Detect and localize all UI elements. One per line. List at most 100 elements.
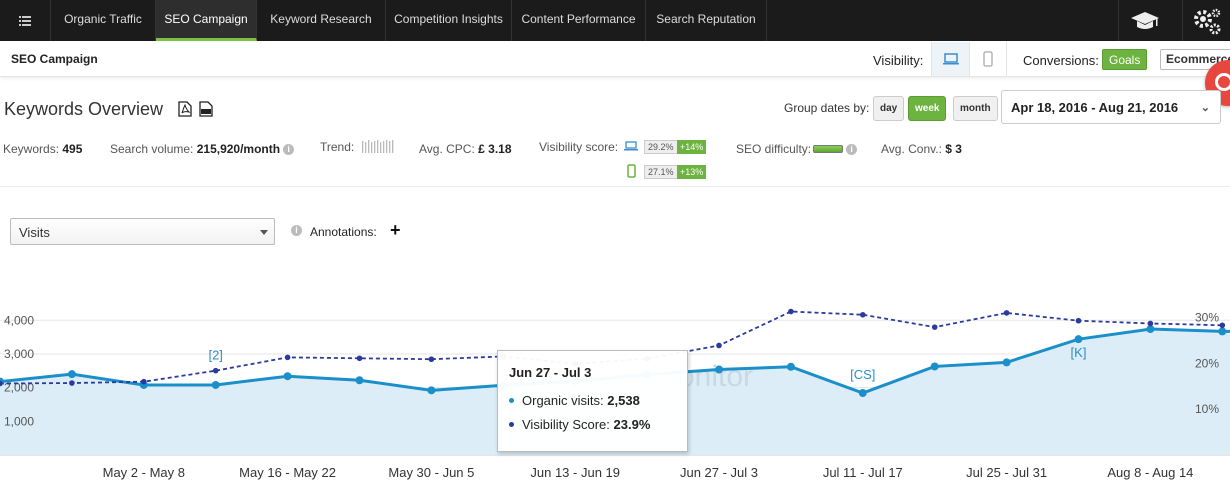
tab-organic-traffic[interactable]: Organic Traffic: [51, 0, 156, 41]
visibility-point: [212, 367, 219, 374]
date-range-picker[interactable]: Apr 18, 2016 - Aug 21, 2016 ⌄: [1001, 90, 1221, 124]
gears-icon[interactable]: [1182, 0, 1230, 41]
tab-competition-insights[interactable]: Competition Insights: [386, 0, 512, 41]
visits-point: [1074, 335, 1083, 344]
visibility-score-metric: Visibility score:: [539, 140, 619, 154]
avg-conv-metric: Avg. Conv.: $ 3: [881, 142, 962, 156]
visits-point: [67, 370, 76, 379]
chevron-down-icon: ⌄: [1200, 102, 1210, 114]
visibility-mobile-value: 27.1%: [644, 165, 678, 179]
x-tick-label: Jul 25 - Jul 31: [966, 465, 1047, 480]
group-dates-label: Group dates by:: [784, 101, 870, 115]
info-icon[interactable]: i: [846, 144, 858, 155]
x-tick-label: Jun 27 - Jul 3: [680, 465, 758, 480]
visibility-point: [1075, 317, 1082, 324]
annotation-marker: [CS]: [850, 367, 875, 382]
tooltip-row-visibility: Visibility Score: 23.9%: [509, 417, 650, 432]
info-icon[interactable]: i: [283, 144, 295, 155]
visits-point: [283, 372, 292, 381]
y-right-tick-label: 20%: [1195, 356, 1219, 370]
caret-down-icon: [260, 230, 268, 235]
series-marker: [509, 398, 514, 403]
divider: [0, 186, 1230, 187]
visibility-desktop-change: +14%: [677, 140, 707, 154]
conversions-label: Conversions:: [1023, 53, 1099, 68]
keywords-metric: Keywords: 495: [3, 142, 83, 156]
tab-content-performance[interactable]: Content Performance: [512, 0, 646, 41]
visits-point: [427, 386, 436, 395]
top-navigation: Organic Traffic SEO Campaign Keyword Res…: [0, 0, 1230, 41]
csv-icon[interactable]: [199, 101, 213, 117]
graduation-cap-icon[interactable]: [1118, 0, 1170, 41]
seo-difficulty-metric: SEO difficulty: i: [736, 142, 858, 156]
trend-sparkline: [361, 140, 393, 153]
desktop-icon[interactable]: [931, 42, 969, 76]
x-tick-label: Jul 11 - Jul 17: [823, 465, 903, 480]
avg-cpc-value: £ 3.18: [478, 142, 512, 156]
chart-tooltip: Jun 27 - Jul 3 Organic visits: 2,538 Vis…: [497, 350, 688, 452]
x-tick-label: May 16 - May 22: [239, 465, 336, 480]
visibility-point: [788, 308, 794, 315]
tab-seo-campaign[interactable]: SEO Campaign: [156, 0, 257, 41]
visibility-desktop-value: 29.2%: [644, 140, 678, 154]
visibility-point: [716, 342, 722, 349]
visibility-point: [284, 354, 291, 361]
y-right-tick-label: 10%: [1195, 402, 1219, 416]
y-tick-label: 1,000: [4, 414, 34, 428]
section-title: SEO Campaign: [11, 52, 98, 66]
visits-point: [211, 380, 220, 389]
tab-search-reputation[interactable]: Search Reputation: [646, 0, 767, 41]
visits-point: [786, 362, 795, 371]
keywords-value: 495: [62, 142, 83, 156]
visits-point: [1002, 358, 1011, 367]
date-range-value: Apr 18, 2016 - Aug 21, 2016: [1011, 100, 1179, 115]
mobile-icon[interactable]: [969, 42, 1007, 76]
visibility-mobile-change: +13%: [677, 165, 707, 179]
avg-conv-value: $ 3: [945, 142, 962, 156]
x-tick-label: Jun 13 - Jun 19: [530, 465, 620, 480]
search-volume-value: 215,920/month: [196, 142, 281, 156]
difficulty-bar: [813, 145, 844, 153]
tooltip-row-visits: Organic visits: 2,538: [509, 393, 640, 408]
mobile-icon: [627, 164, 636, 178]
pdf-icon[interactable]: [178, 101, 192, 117]
metric-select-value: Visits: [19, 225, 50, 240]
visibility-point: [428, 356, 435, 363]
series-marker: [509, 422, 514, 427]
goals-button[interactable]: Goals: [1102, 49, 1148, 70]
visits-point: [1218, 327, 1227, 336]
visibility-point: [1003, 310, 1010, 316]
annotation-marker: [K]: [1071, 345, 1087, 360]
visibility-point: [141, 378, 147, 385]
y-tick-label: 3,000: [4, 347, 34, 361]
visibility-point: [69, 380, 75, 386]
add-annotation-button[interactable]: +: [390, 220, 401, 240]
y-tick-label: 4,000: [4, 313, 34, 327]
list-icon[interactable]: [0, 0, 51, 41]
x-tick-label: May 2 - May 8: [103, 465, 185, 480]
group-day-button[interactable]: day: [873, 96, 905, 121]
watermark-logo: onitor: [678, 360, 753, 393]
info-icon[interactable]: i: [291, 225, 302, 236]
search-volume-metric: Search volume: 215,920/month i: [110, 142, 295, 156]
visibility-point: [356, 355, 363, 362]
visibility-label: Visibility:: [873, 53, 924, 68]
visits-point: [715, 365, 723, 374]
x-tick-label: May 30 - Jun 5: [388, 465, 474, 480]
desktop-icon: [624, 141, 638, 151]
tab-keyword-research[interactable]: Keyword Research: [257, 0, 386, 41]
x-tick-label: Aug 8 - Aug 14: [1107, 465, 1193, 480]
visibility-point: [931, 324, 938, 330]
visits-point: [355, 376, 364, 385]
sub-header-bar: SEO Campaign Visibility: Conversions: Go…: [0, 41, 1230, 77]
visits-point: [858, 389, 867, 398]
visits-point: [930, 362, 939, 371]
page-title: Keywords Overview: [4, 99, 164, 119]
group-month-button[interactable]: month: [953, 96, 998, 121]
group-week-button[interactable]: week: [908, 96, 947, 121]
tooltip-title: Jun 27 - Jul 3: [509, 365, 592, 380]
metric-select[interactable]: Visits: [10, 218, 275, 245]
visits-point: [1146, 325, 1155, 334]
y-right-tick-label: 30%: [1195, 311, 1219, 325]
trend-metric: Trend:: [320, 139, 396, 154]
